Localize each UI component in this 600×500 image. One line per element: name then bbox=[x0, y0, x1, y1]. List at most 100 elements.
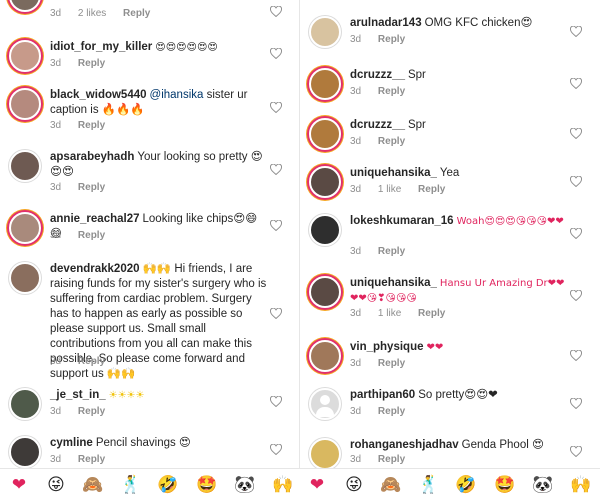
avatar[interactable] bbox=[9, 212, 41, 244]
comment-mention[interactable]: @ihansika bbox=[150, 89, 204, 101]
comment-time: 3d bbox=[350, 406, 362, 417]
heart-icon[interactable] bbox=[270, 48, 282, 59]
dancer-emoji-button[interactable]: 🕺 bbox=[120, 474, 142, 496]
comment-username[interactable]: rohanganeshjadhav bbox=[350, 439, 459, 451]
comment-username[interactable]: idiot_for_my_killer bbox=[50, 41, 152, 53]
avatar[interactable] bbox=[309, 438, 341, 468]
see-no-evil-monkey-emoji-button[interactable]: 🙈 bbox=[380, 474, 402, 496]
heart-icon[interactable] bbox=[270, 102, 282, 113]
reply-button[interactable]: Reply bbox=[78, 58, 105, 69]
reply-button[interactable]: Reply bbox=[378, 406, 405, 417]
heart-icon[interactable] bbox=[570, 176, 582, 187]
comment-username[interactable]: uniquehansika_ bbox=[350, 167, 437, 179]
reply-button[interactable]: Reply bbox=[78, 356, 105, 367]
comment-likes[interactable]: 1 like bbox=[378, 184, 401, 195]
avatar[interactable] bbox=[9, 0, 41, 12]
dancer-emoji-button[interactable]: 🕺 bbox=[418, 474, 440, 496]
heart-icon[interactable] bbox=[570, 78, 582, 89]
comment-body: _je_st_in_ ☀☀☀☀ bbox=[50, 388, 268, 403]
comment-username[interactable]: lokeshkumaran_16 bbox=[350, 215, 454, 227]
reply-button[interactable]: Reply bbox=[378, 358, 405, 369]
avatar[interactable] bbox=[309, 68, 341, 100]
reply-button[interactable]: Reply bbox=[418, 184, 445, 195]
avatar[interactable] bbox=[309, 388, 341, 420]
reply-button[interactable]: Reply bbox=[123, 8, 150, 19]
heart-icon[interactable] bbox=[570, 290, 582, 301]
panda-emoji-button[interactable]: 🐼 bbox=[532, 474, 554, 496]
avatar[interactable] bbox=[309, 214, 341, 246]
heart-icon[interactable] bbox=[270, 308, 282, 319]
comment-body: parthipan60 So pretty😍😍❤ bbox=[350, 388, 568, 403]
comment-username[interactable]: cymline bbox=[50, 437, 93, 449]
comment-likes[interactable]: 2 likes bbox=[78, 8, 106, 19]
heart-icon[interactable] bbox=[270, 6, 282, 17]
winking-tongue-emoji-button[interactable]: 😜 bbox=[343, 474, 365, 496]
comment-username[interactable]: parthipan60 bbox=[350, 389, 415, 401]
comment-username[interactable]: black_widow5440 bbox=[50, 89, 147, 101]
see-no-evil-monkey-emoji-button[interactable]: 🙈 bbox=[82, 474, 104, 496]
comment-text: Spr bbox=[407, 119, 426, 131]
reply-button[interactable]: Reply bbox=[378, 246, 405, 257]
avatar[interactable] bbox=[309, 340, 341, 372]
comment-username[interactable]: vin_physique bbox=[350, 341, 424, 353]
comment-username[interactable]: _je_st_in_ bbox=[50, 389, 106, 401]
reply-button[interactable]: Reply bbox=[78, 182, 105, 193]
reply-button[interactable]: Reply bbox=[78, 454, 105, 465]
comment-meta: 3d Reply bbox=[350, 136, 419, 147]
heart-icon[interactable] bbox=[270, 220, 282, 231]
comment-likes[interactable]: 1 like bbox=[378, 308, 401, 319]
rofl-emoji-button[interactable]: 🤣 bbox=[455, 474, 477, 496]
avatar[interactable] bbox=[9, 40, 41, 72]
comment-username[interactable]: uniquehansika_ bbox=[350, 277, 437, 289]
heart-emoji-button[interactable]: ❤ bbox=[8, 474, 30, 496]
heart-icon[interactable] bbox=[270, 444, 282, 455]
heart-icon[interactable] bbox=[570, 398, 582, 409]
avatar[interactable] bbox=[9, 388, 41, 420]
reply-button[interactable]: Reply bbox=[378, 86, 405, 97]
star-struck-emoji-button[interactable]: 🤩 bbox=[494, 474, 516, 496]
panda-emoji-button[interactable]: 🐼 bbox=[234, 474, 256, 496]
avatar[interactable] bbox=[309, 118, 341, 150]
avatar[interactable] bbox=[9, 436, 41, 468]
comment-username[interactable]: annie_reachal27 bbox=[50, 213, 140, 225]
comment-username[interactable]: dcruzzz__ bbox=[350, 69, 405, 81]
comment-text: Spr bbox=[407, 69, 426, 81]
heart-icon[interactable] bbox=[570, 26, 582, 37]
avatar[interactable] bbox=[9, 88, 41, 120]
avatar[interactable] bbox=[9, 262, 41, 294]
raised-hands-emoji-button[interactable]: 🙌 bbox=[272, 474, 294, 496]
reply-button[interactable]: Reply bbox=[78, 406, 105, 417]
reply-button[interactable]: Reply bbox=[378, 34, 405, 45]
reply-button[interactable]: Reply bbox=[378, 136, 405, 147]
reply-button[interactable]: Reply bbox=[78, 230, 105, 241]
right-comments-panel: arulnadar143 OMG KFC chicken😍 3d Reply dc… bbox=[300, 0, 600, 468]
heart-icon[interactable] bbox=[570, 446, 582, 457]
comment-meta: 3d Reply bbox=[350, 454, 419, 465]
avatar[interactable] bbox=[309, 166, 341, 198]
avatar[interactable] bbox=[9, 150, 41, 182]
comment-body: black_widow5440 @ihansika sister ur capti… bbox=[50, 88, 268, 118]
heart-icon[interactable] bbox=[270, 164, 282, 175]
heart-icon[interactable] bbox=[570, 228, 582, 239]
comment-username[interactable]: dcruzzz__ bbox=[350, 119, 405, 131]
comment-body: arulnadar143 OMG KFC chicken😍 bbox=[350, 16, 568, 31]
comment-username[interactable]: devendrakk2020 bbox=[50, 263, 140, 275]
winking-tongue-emoji-button[interactable]: 😜 bbox=[45, 474, 67, 496]
reply-button[interactable]: Reply bbox=[378, 454, 405, 465]
comment-body: cymline Pencil shavings 😍 bbox=[50, 436, 268, 451]
heart-icon[interactable] bbox=[270, 396, 282, 407]
comment-text: ❤❤ bbox=[426, 342, 444, 353]
avatar[interactable] bbox=[309, 16, 341, 48]
rofl-emoji-button[interactable]: 🤣 bbox=[157, 474, 179, 496]
reply-button[interactable]: Reply bbox=[78, 120, 105, 131]
heart-emoji-button[interactable]: ❤ bbox=[306, 474, 328, 496]
avatar[interactable] bbox=[309, 276, 341, 308]
comment-username[interactable]: apsarabeyhadh bbox=[50, 151, 134, 163]
comment-meta: 3d Reply bbox=[350, 406, 419, 417]
raised-hands-emoji-button[interactable]: 🙌 bbox=[570, 474, 592, 496]
star-struck-emoji-button[interactable]: 🤩 bbox=[196, 474, 218, 496]
comment-username[interactable]: arulnadar143 bbox=[350, 17, 422, 29]
heart-icon[interactable] bbox=[570, 350, 582, 361]
reply-button[interactable]: Reply bbox=[418, 308, 445, 319]
heart-icon[interactable] bbox=[570, 128, 582, 139]
